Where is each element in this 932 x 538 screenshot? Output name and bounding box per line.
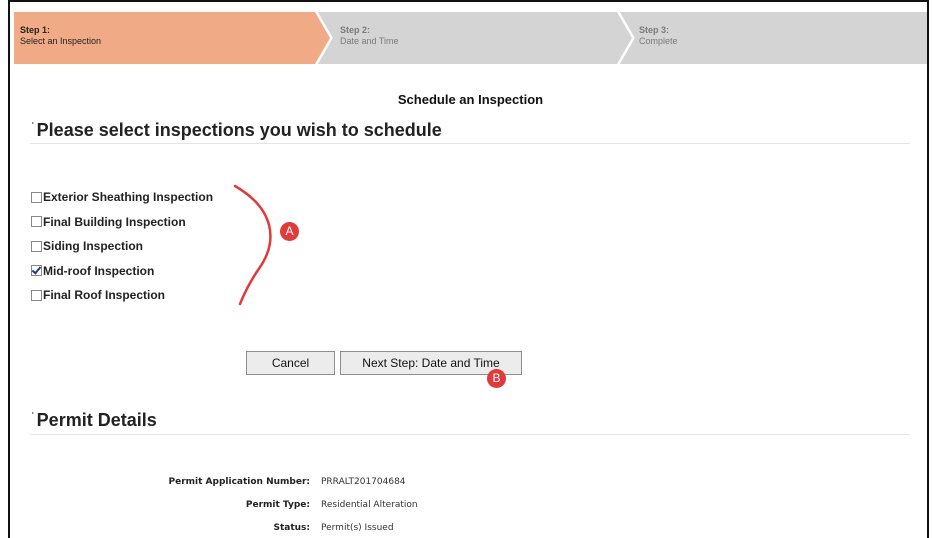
annotation-badge-b: B — [487, 369, 506, 388]
inspection-option[interactable]: Final Roof Inspection — [31, 283, 213, 308]
checkbox[interactable] — [31, 191, 42, 203]
detail-value: Residential Alteration — [321, 500, 418, 510]
step-3-label: Complete — [639, 36, 678, 46]
annotation-badge-a: A — [280, 222, 299, 241]
annotation-bracket — [233, 184, 272, 306]
step-1-number: Step 1: — [20, 25, 51, 35]
step-2-number: Step 2: — [340, 25, 371, 35]
inspection-label: Exterior Sheathing Inspection — [43, 190, 214, 205]
checkbox[interactable] — [31, 216, 42, 228]
page-title: Schedule an Inspection — [397, 92, 544, 107]
inspection-checklist: Exterior Sheathing Inspection Final Buil… — [31, 185, 213, 308]
inspection-option[interactable]: Exterior Sheathing Inspection — [31, 185, 213, 210]
step-2-label: Date and Time — [340, 36, 399, 46]
inspections-heading-text: Please select inspections you wish to sc… — [36, 120, 442, 140]
collapse-caret-icon: ˈ — [31, 411, 35, 423]
permit-heading-text: Permit Details — [36, 410, 157, 430]
page-frame: Step 1: Select an Inspection Step 2: Dat… — [8, 0, 929, 538]
cancel-button[interactable]: Cancel — [246, 351, 335, 375]
collapse-caret-icon: ˈ — [31, 121, 35, 133]
detail-label: Permit Application Number: — [168, 477, 310, 487]
inspections-section-heading[interactable]: ˈ Please select inspections you wish to s… — [31, 120, 442, 141]
step-3: Step 3: Complete — [639, 25, 678, 47]
step-1-label: Select an Inspection — [20, 36, 102, 46]
inspection-option[interactable]: Siding Inspection — [31, 234, 213, 259]
permit-section-heading[interactable]: ˈ Permit Details — [31, 410, 157, 431]
checkbox[interactable] — [31, 289, 42, 301]
step-1: Step 1: Select an Inspection — [20, 25, 101, 47]
checkbox[interactable] — [31, 240, 42, 252]
inspection-label: Mid-roof Inspection — [43, 263, 155, 278]
detail-value: Permit(s) Issued — [321, 523, 394, 533]
inspection-option[interactable]: Final Building Inspection — [31, 210, 213, 235]
detail-label: Permit Type: — [245, 500, 310, 510]
inspection-label: Final Roof Inspection — [43, 288, 165, 303]
section-divider — [30, 434, 910, 435]
detail-value: PRRALT201704684 — [321, 477, 406, 487]
inspection-label: Final Building Inspection — [43, 214, 186, 229]
detail-label: Status: — [273, 523, 310, 533]
step-2: Step 2: Date and Time — [340, 25, 399, 47]
section-divider — [30, 143, 910, 144]
inspection-label: Siding Inspection — [43, 239, 144, 254]
checkbox-checked[interactable] — [31, 265, 42, 277]
step-arrows — [14, 12, 927, 64]
step-progress-bar: Step 1: Select an Inspection Step 2: Dat… — [14, 12, 927, 64]
step-3-number: Step 3: — [639, 25, 670, 35]
inspection-option[interactable]: Mid-roof Inspection — [31, 259, 213, 284]
